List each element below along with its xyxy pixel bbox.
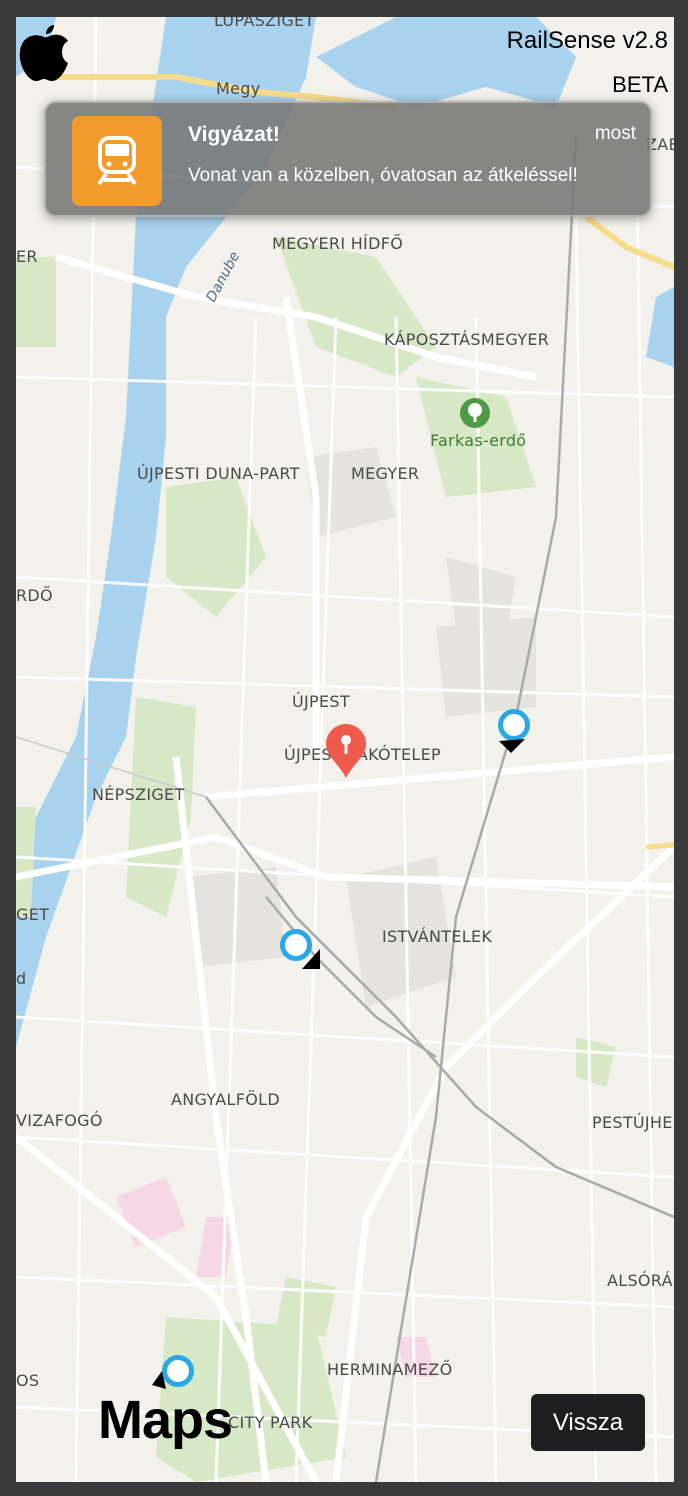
crossing-marker[interactable] <box>498 709 530 741</box>
map-label-kaposztasmegyer: KÁPOSZTÁSMEGYER <box>384 330 550 349</box>
map-label-nepsziget: NÉPSZIGET <box>92 785 185 804</box>
map-label-er: ER <box>16 247 38 266</box>
notification-time: most <box>594 123 636 144</box>
map-view[interactable]: LUPASZIGET Megy ZAB ER Danube MEGYERI HÍ… <box>16 17 674 1482</box>
map-label-os: OS <box>16 1371 40 1390</box>
map-label-lupasziget: LUPASZIGET <box>214 17 315 30</box>
maps-logo-text: Maps <box>98 1390 233 1450</box>
direction-arrow-icon <box>499 739 525 753</box>
crossing-marker[interactable] <box>162 1355 194 1387</box>
park-tree-icon <box>460 398 490 428</box>
map-label-city-park: CITY PARK <box>228 1413 313 1432</box>
map-label-istvantelek: ISTVÁNTELEK <box>382 927 493 946</box>
map-label-ujpesti-duna-part: ÚJPESTI DUNA-PART <box>137 464 300 483</box>
map-label-farkas-erdo: Farkas-erdő <box>430 431 527 450</box>
apple-logo-icon <box>19 25 68 81</box>
map-label-ujpest: ÚJPEST <box>292 692 350 711</box>
map-label-megyeri-road: Megy <box>216 79 261 98</box>
app-title: RailSense v2.8 <box>506 27 668 54</box>
notification-message: Vonat van a közelben, óvatosan az átkelé… <box>188 165 578 186</box>
map-label-pestujhe: PESTÚJHE <box>592 1113 673 1132</box>
map-label-get: GET <box>16 905 50 924</box>
map-label-megyeri-hid: MEGYERI HÍDFŐ <box>272 234 404 253</box>
notification-title: Vigyázat! <box>188 123 280 146</box>
train-icon <box>72 116 162 206</box>
map-label-alsora: ALSÓRÁ <box>607 1271 673 1290</box>
back-button[interactable]: Vissza <box>531 1394 645 1451</box>
location-pin-icon[interactable] <box>326 724 366 778</box>
direction-arrow-icon <box>302 949 320 969</box>
map-label-vizafogo: VIZAFOGÓ <box>16 1111 103 1130</box>
map-label-angyalfold: ANGYALFÖLD <box>171 1090 280 1109</box>
map-label-d: d <box>16 969 27 988</box>
map-label-herminamezo: HERMINAMEZŐ <box>327 1360 453 1379</box>
direction-arrow-icon <box>152 1371 166 1389</box>
beta-badge: BETA <box>612 72 668 97</box>
map-label-rdo: RDŐ <box>16 586 53 605</box>
notification-banner[interactable]: Vigyázat! most Vonat van a közelben, óva… <box>44 101 652 217</box>
map-label-megyer: MEGYER <box>351 464 420 483</box>
